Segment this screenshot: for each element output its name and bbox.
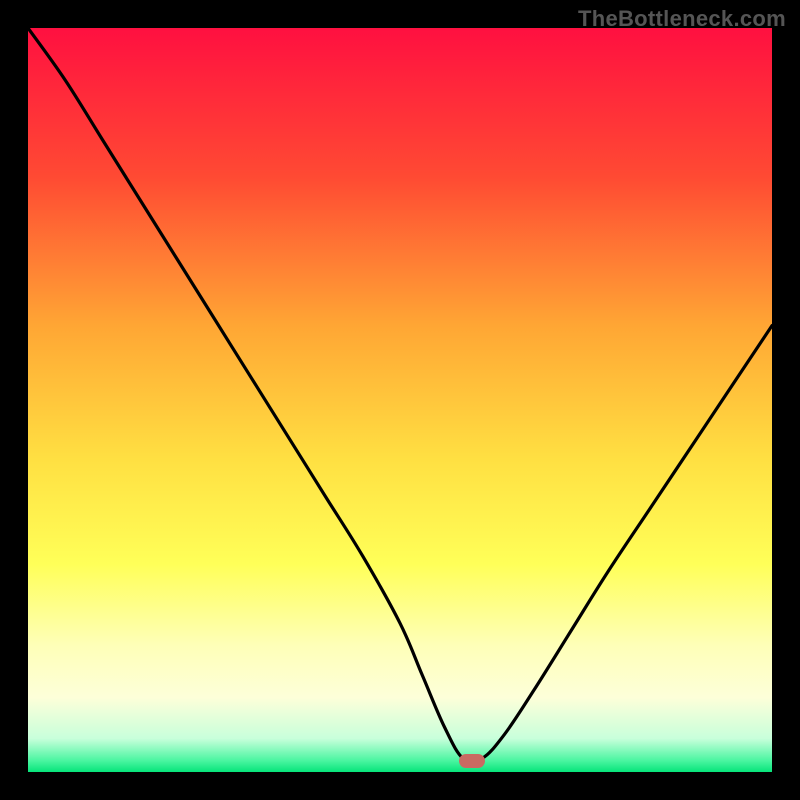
chart-frame: TheBottleneck.com: [0, 0, 800, 800]
optimum-marker: [459, 754, 485, 768]
plot-area: [28, 28, 772, 772]
watermark-text: TheBottleneck.com: [578, 6, 786, 32]
bottleneck-curve: [28, 28, 772, 772]
